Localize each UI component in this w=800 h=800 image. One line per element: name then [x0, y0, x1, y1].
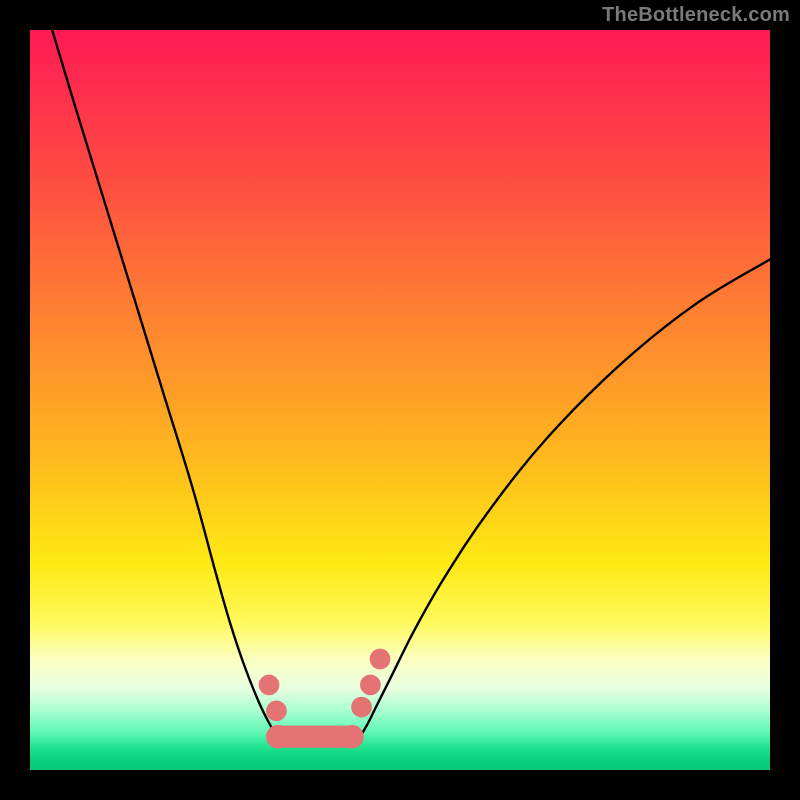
- chart-stage: TheBottleneck.com: [0, 0, 800, 800]
- curve-markers: [259, 649, 391, 722]
- bottleneck-curve-left: [52, 30, 281, 744]
- curve-marker-dot: [266, 700, 287, 721]
- bottom-bar: [266, 725, 364, 749]
- bottom-bar-cap: [266, 725, 290, 749]
- curve-marker-dot: [360, 675, 381, 696]
- curve-marker-dot: [259, 675, 280, 696]
- curve-marker-dot: [351, 697, 372, 718]
- curve-marker-dot: [370, 649, 391, 670]
- curve-layer: [30, 30, 770, 770]
- bottleneck-curve-right: [356, 259, 770, 744]
- watermark-text: TheBottleneck.com: [602, 4, 790, 27]
- bottom-bar-cap: [340, 725, 364, 749]
- plot-area: [30, 30, 770, 770]
